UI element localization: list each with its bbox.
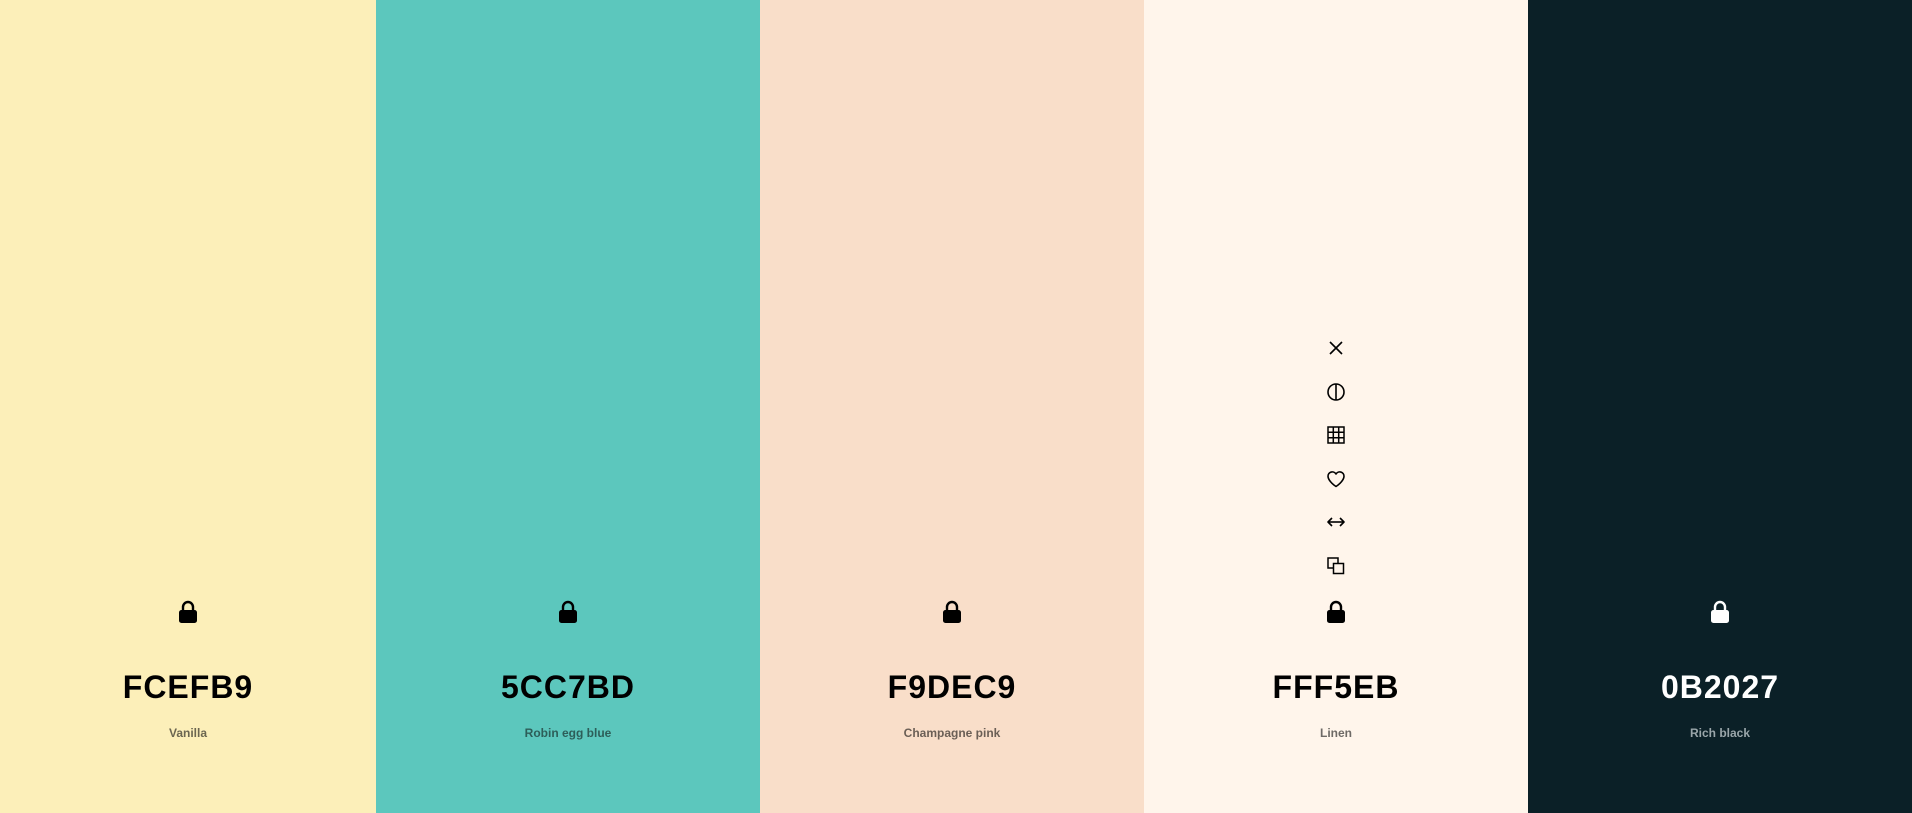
swatch-toolbar	[1144, 334, 1528, 595]
swatch-robin-egg-blue[interactable]: 5CC7BD Robin egg blue	[376, 0, 760, 813]
heart-icon[interactable]	[1322, 465, 1350, 493]
lock-icon[interactable]	[940, 598, 964, 626]
swatch-vanilla[interactable]: FCEFB9 Vanilla	[0, 0, 376, 813]
swatch-rich-black[interactable]: 0B2027 Rich black	[1528, 0, 1912, 813]
swatch-champagne-pink[interactable]: F9DEC9 Champagne pink	[760, 0, 1144, 813]
color-name[interactable]: Linen	[1144, 725, 1528, 741]
contrast-icon[interactable]	[1322, 378, 1350, 406]
close-icon[interactable]	[1322, 334, 1350, 362]
color-name[interactable]: Champagne pink	[760, 725, 1144, 741]
hex-code[interactable]: 0B2027	[1528, 666, 1912, 708]
swatch-linen[interactable]: FFF5EB Linen	[1144, 0, 1528, 813]
copy-icon[interactable]	[1322, 552, 1350, 580]
lock-icon[interactable]	[1324, 598, 1348, 626]
hex-code[interactable]: FCEFB9	[0, 666, 376, 708]
hex-code[interactable]: FFF5EB	[1144, 666, 1528, 708]
shades-grid-icon[interactable]	[1322, 421, 1350, 449]
color-name[interactable]: Robin egg blue	[376, 725, 760, 741]
lock-icon[interactable]	[556, 598, 580, 626]
hex-code[interactable]: 5CC7BD	[376, 666, 760, 708]
color-name[interactable]: Vanilla	[0, 725, 376, 741]
hex-code[interactable]: F9DEC9	[760, 666, 1144, 708]
lock-icon[interactable]	[176, 598, 200, 626]
lock-icon[interactable]	[1708, 598, 1732, 626]
drag-arrows-icon[interactable]	[1322, 508, 1350, 536]
color-palette: FCEFB9 Vanilla 5CC7BD Robin egg blue F9D…	[0, 0, 1912, 813]
color-name[interactable]: Rich black	[1528, 725, 1912, 741]
